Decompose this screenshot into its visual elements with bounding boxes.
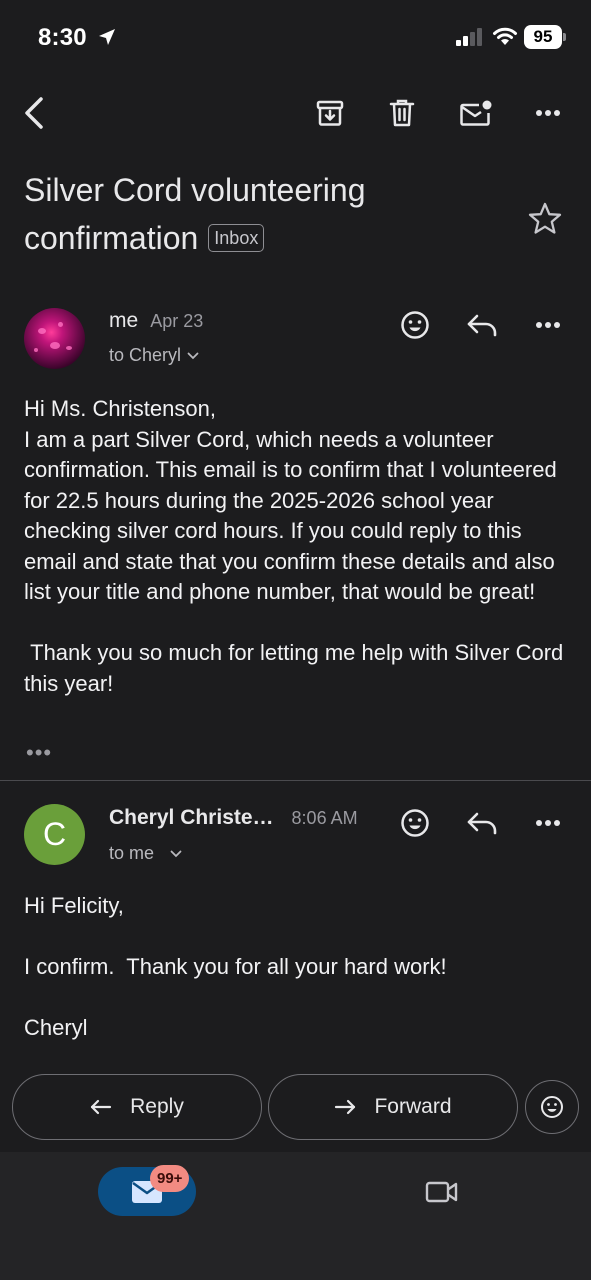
show-trimmed-content-button[interactable]: •••: [26, 740, 52, 766]
message-1-header: me Apr 23: [109, 309, 203, 333]
more-icon: [535, 109, 561, 117]
reply-arrow-icon: [90, 1098, 112, 1116]
back-button[interactable]: [12, 91, 56, 135]
unread-count-badge: 99+: [150, 1165, 190, 1192]
sender-avatar[interactable]: [24, 308, 85, 369]
forward-arrow-icon: [334, 1098, 356, 1116]
location-arrow-icon: [97, 27, 117, 47]
recipient-details-toggle[interactable]: to me: [109, 843, 182, 864]
more-options-button[interactable]: [526, 91, 570, 135]
star-icon: [526, 200, 564, 238]
email-subject: Silver Cord volunteering confirmation Inb…: [24, 166, 484, 262]
reply-arrow-icon: [466, 312, 498, 338]
wifi-icon: [492, 26, 518, 46]
inbox-label-badge[interactable]: Inbox: [208, 224, 265, 252]
emoji-icon: [400, 310, 430, 340]
battery-cap: [563, 33, 566, 41]
chevron-down-icon: [170, 850, 182, 858]
back-arrow-icon: [22, 96, 46, 130]
sender-name: me: [109, 309, 139, 332]
status-time: 8:30: [38, 24, 87, 51]
forward-label: Forward: [374, 1095, 452, 1118]
message-date: Apr 23: [150, 311, 204, 331]
archive-icon: [315, 98, 345, 128]
bottom-navigation: [0, 1152, 591, 1280]
message-2-body: Hi Felicity, I confirm. Thank you for al…: [24, 893, 447, 1040]
video-camera-icon: [425, 1179, 459, 1205]
chevron-down-icon: [187, 352, 199, 360]
message-divider: [0, 780, 591, 781]
cellular-signal-icon: [456, 28, 484, 46]
sender-avatar[interactable]: C: [24, 804, 85, 865]
reply-message-button[interactable]: [460, 801, 504, 845]
emoji-icon: [400, 808, 430, 838]
message-more-button[interactable]: [526, 801, 570, 845]
message-1-body: Hi Ms. Christenson, I am a part Silver C…: [24, 396, 564, 696]
battery-indicator: 95: [524, 25, 562, 49]
mark-unread-icon: [459, 98, 493, 128]
forward-button[interactable]: Forward: [268, 1074, 518, 1140]
star-button[interactable]: [526, 200, 564, 238]
delete-button[interactable]: [380, 91, 424, 135]
message-date: 8:06 AM: [291, 808, 358, 828]
react-emoji-button[interactable]: [393, 801, 437, 845]
subject-title: Silver Cord volunteering confirmation: [24, 172, 366, 256]
emoji-icon: [540, 1095, 564, 1119]
reply-message-button[interactable]: [460, 303, 504, 347]
recipient-label: to Cheryl: [109, 345, 182, 365]
message-2-header: Cheryl Christe… 8:06 AM: [109, 806, 358, 830]
mark-unread-button[interactable]: [454, 91, 498, 135]
sender-name: Cheryl Christe…: [109, 806, 274, 829]
message-more-button[interactable]: [526, 303, 570, 347]
react-emoji-button[interactable]: [525, 1080, 579, 1134]
reply-button[interactable]: Reply: [12, 1074, 262, 1140]
more-icon: [535, 321, 561, 329]
reply-label: Reply: [130, 1095, 184, 1118]
archive-button[interactable]: [308, 91, 352, 135]
react-emoji-button[interactable]: [393, 303, 437, 347]
recipient-details-toggle[interactable]: to Cheryl: [109, 345, 199, 366]
nav-tab-meet[interactable]: [420, 1170, 464, 1214]
more-icon: [535, 819, 561, 827]
trash-icon: [388, 98, 416, 128]
reply-arrow-icon: [466, 810, 498, 836]
recipient-label: to me: [109, 843, 155, 863]
